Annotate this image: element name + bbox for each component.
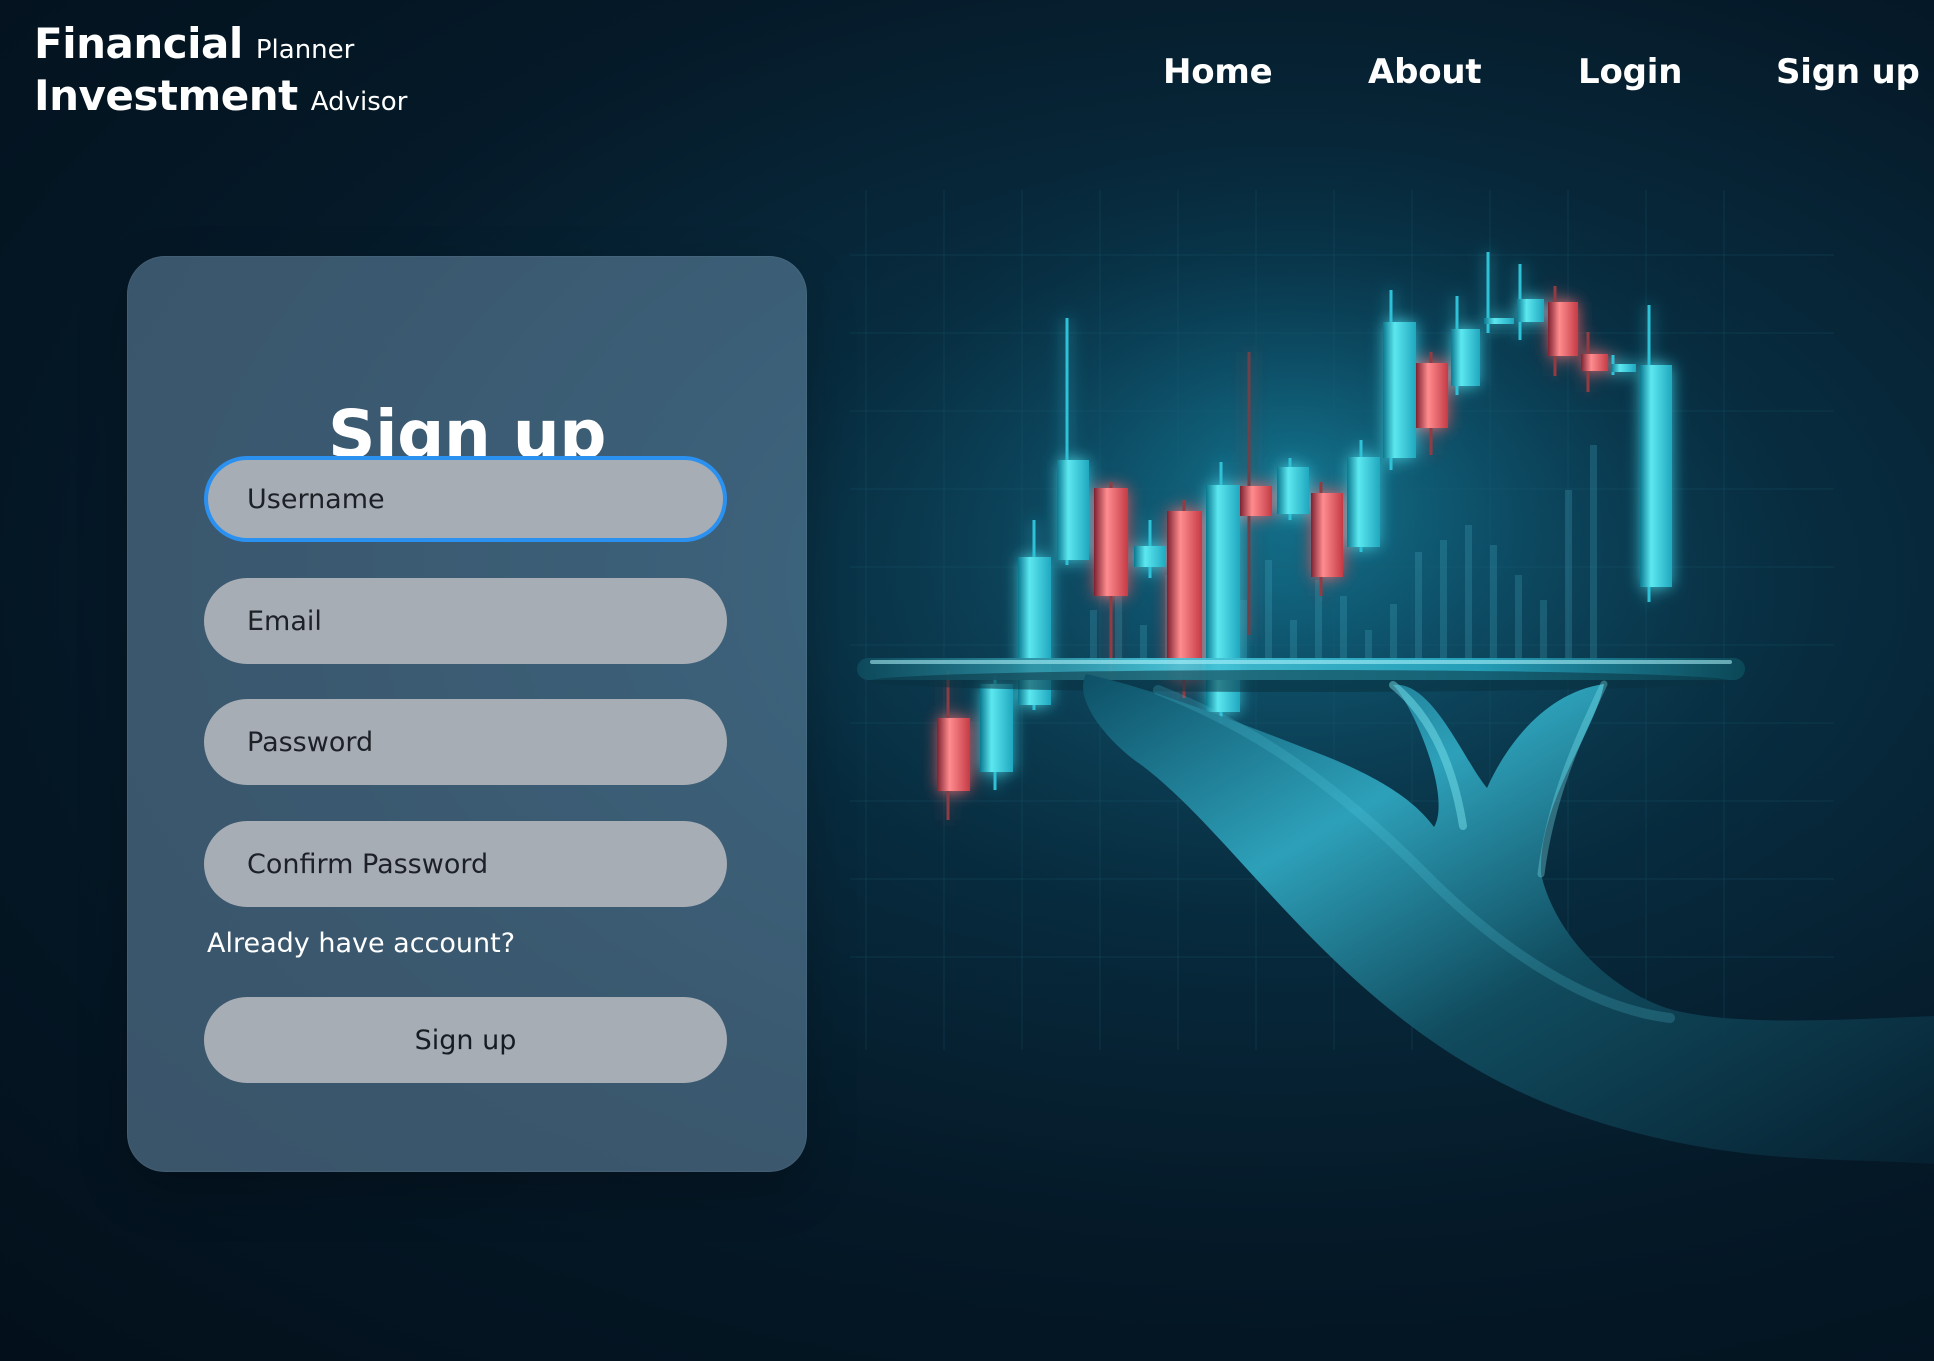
confirm-password-input[interactable] xyxy=(204,821,727,907)
signup-submit-button[interactable]: Sign up xyxy=(204,997,727,1083)
username-input[interactable] xyxy=(204,456,727,542)
site-header: Financial Planner Investment Advisor Hom… xyxy=(0,0,1934,150)
nav-home-link[interactable]: Home xyxy=(1163,52,1273,92)
nav-login-link[interactable]: Login xyxy=(1578,52,1682,92)
nav-about-link[interactable]: About xyxy=(1368,52,1482,92)
tablet-tray xyxy=(857,658,1745,692)
signup-page: Financial Planner Investment Advisor Hom… xyxy=(0,0,1934,1361)
nav-signup-link[interactable]: Sign up xyxy=(1776,52,1920,92)
top-navigation: Home About Login Sign up xyxy=(0,52,1934,104)
email-input[interactable] xyxy=(204,578,727,664)
signup-card: Sign up Already have account? Sign up xyxy=(127,256,807,1172)
already-have-account-link[interactable]: Already have account? xyxy=(207,928,515,959)
password-input[interactable] xyxy=(204,699,727,785)
